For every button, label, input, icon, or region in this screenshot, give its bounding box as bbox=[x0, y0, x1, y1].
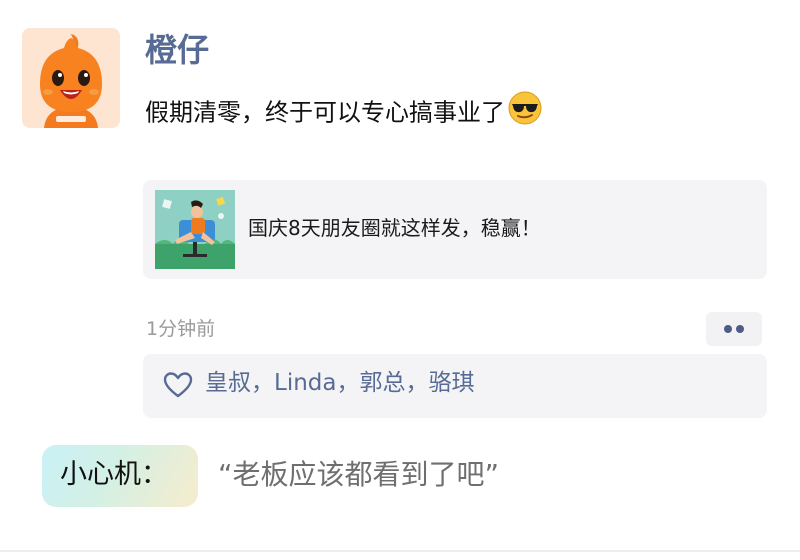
post-timestamp: 1分钟前 bbox=[146, 318, 216, 340]
link-card-title: 国庆8天朋友圈就这样发，稳赢！ bbox=[248, 216, 541, 240]
commenter-badge[interactable]: 小心机： bbox=[42, 445, 198, 507]
divider bbox=[0, 550, 800, 552]
link-card[interactable]: 国庆8天朋友圈就这样发，稳赢！ bbox=[143, 180, 767, 279]
username[interactable]: 橙仔 bbox=[145, 34, 209, 66]
orange-mascot-icon bbox=[40, 34, 102, 128]
more-dots-icon[interactable] bbox=[706, 312, 762, 346]
post-text: 假期清零，终于可以专心搞事业了 bbox=[145, 90, 543, 135]
heart-icon bbox=[163, 372, 193, 398]
likes-list[interactable]: 皇叔，Linda，郭总，骆琪 bbox=[205, 370, 474, 398]
comment-text: “老板应该都看到了吧” bbox=[218, 458, 500, 491]
sunglasses-emoji bbox=[507, 90, 543, 133]
commenter-name: 小心机： bbox=[60, 459, 168, 490]
more-dot bbox=[724, 325, 732, 333]
person-in-chair-thumbnail bbox=[155, 190, 235, 269]
more-dot bbox=[736, 325, 744, 333]
likes-panel: 皇叔，Linda，郭总，骆琪 bbox=[143, 354, 767, 418]
avatar[interactable] bbox=[22, 28, 120, 128]
post-text-content: 假期清零，终于可以专心搞事业了 bbox=[145, 98, 505, 127]
